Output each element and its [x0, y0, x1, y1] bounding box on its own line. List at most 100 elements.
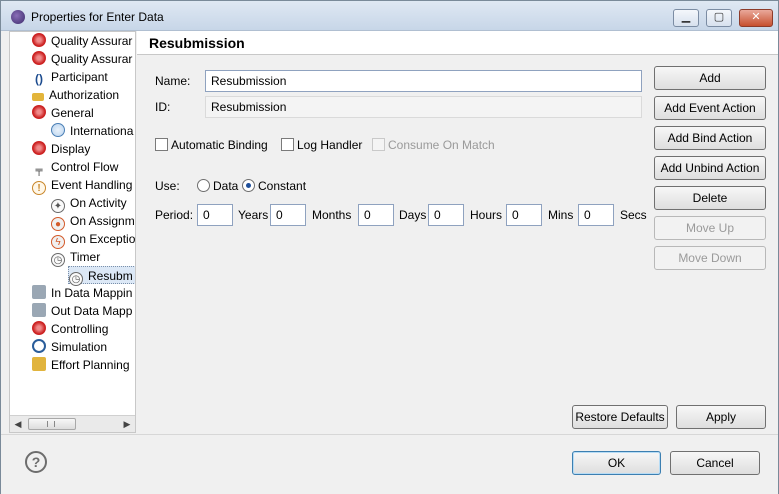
tree-item-on-exception[interactable]: ϟ On Exceptio	[51, 230, 135, 249]
tree-item-timer[interactable]: ◷ Timer	[51, 248, 101, 267]
tree-item-resubmission[interactable]: ◷ Resubm	[68, 266, 135, 286]
scroll-right-arrow-icon[interactable]: ▶	[119, 416, 135, 432]
restore-defaults-button[interactable]: Restore Defaults	[572, 405, 668, 429]
tree-item-label: Effort Planning	[51, 358, 130, 372]
name-label: Name:	[155, 74, 191, 88]
use-label: Use:	[155, 179, 180, 193]
title-bar: Properties for Enter Data ▁ ▢ ✕	[1, 1, 778, 31]
minimize-button[interactable]: ▁	[673, 9, 699, 27]
add-button[interactable]: Add	[654, 66, 766, 90]
assignment-event-icon: ●	[51, 217, 65, 231]
secs-field[interactable]: 0	[578, 204, 614, 226]
close-button[interactable]: ✕	[739, 9, 773, 27]
days-field[interactable]: 0	[358, 204, 394, 226]
tree-item-control-flow[interactable]: ╤ Control Flow	[32, 158, 118, 176]
tree-item-label: General	[51, 106, 94, 120]
tree-item-internationalization[interactable]: Internationa	[51, 122, 133, 140]
tree-item-controlling[interactable]: Controlling	[32, 320, 108, 338]
tree-item-general[interactable]: General	[32, 104, 94, 122]
tree-item-label: Participant	[51, 70, 108, 84]
move-up-button[interactable]: Move Up	[654, 216, 766, 240]
days-label: Days	[399, 208, 427, 222]
years-label: Years	[238, 208, 269, 222]
tree-item-participant[interactable]: () Participant	[32, 68, 108, 86]
tree-item-simulation[interactable]: Simulation	[32, 338, 107, 356]
consume-on-match-checkbox[interactable]	[372, 138, 385, 151]
move-down-button[interactable]: Move Down	[654, 246, 766, 270]
help-icon[interactable]: ?	[25, 451, 47, 473]
tree-item-on-activity[interactable]: ✦ On Activity	[51, 194, 127, 213]
use-data-radio[interactable]	[197, 179, 210, 192]
mins-label: Mins	[548, 208, 574, 222]
simulation-icon	[32, 339, 46, 353]
tree-item-in-data-mapping[interactable]: In Data Mappin	[32, 284, 132, 302]
tree-horizontal-scrollbar[interactable]: ◀ ▶	[10, 415, 135, 432]
gear-icon	[32, 105, 46, 119]
add-bind-action-button[interactable]: Add Bind Action	[654, 126, 766, 150]
tree-item-label: Event Handling	[51, 178, 133, 192]
key-icon	[32, 93, 44, 101]
tree-item-label: On Activity	[70, 196, 127, 210]
page-title: Resubmission	[149, 35, 245, 51]
cancel-button[interactable]: Cancel	[670, 451, 760, 475]
maximize-button[interactable]: ▢	[706, 9, 732, 27]
tree-item-quality-assurance-2[interactable]: Quality Assurar	[32, 50, 132, 68]
globe-icon	[51, 123, 65, 137]
page-header: Resubmission	[137, 31, 778, 55]
add-event-action-button[interactable]: Add Event Action	[654, 96, 766, 120]
hours-field[interactable]: 0	[428, 204, 464, 226]
use-constant-label: Constant	[258, 179, 307, 193]
tree-item-event-handling[interactable]: ! Event Handling	[32, 176, 133, 195]
automatic-binding-checkbox[interactable]	[155, 138, 168, 151]
event-icon: !	[32, 181, 46, 195]
tree-item-label: Control Flow	[51, 160, 119, 174]
window-title: Properties for Enter Data	[31, 10, 164, 24]
log-handler-checkbox[interactable]	[281, 138, 294, 151]
effort-icon	[32, 357, 46, 371]
dialog-footer: ? OK Cancel	[1, 434, 778, 494]
apply-button[interactable]: Apply	[676, 405, 766, 429]
tree-item-display[interactable]: Display	[32, 140, 90, 158]
scroll-left-arrow-icon[interactable]: ◀	[10, 416, 26, 432]
grip-icon	[47, 421, 55, 427]
in-data-mapping-icon	[32, 285, 46, 299]
gear-icon	[32, 51, 46, 65]
tree-item-label: Quality Assurar	[51, 34, 133, 48]
years-field[interactable]: 0	[197, 204, 233, 226]
gear-icon	[32, 33, 46, 47]
scroll-thumb[interactable]	[28, 418, 76, 430]
delete-button[interactable]: Delete	[654, 186, 766, 210]
tree-item-out-data-mapping[interactable]: Out Data Mapp	[32, 302, 132, 320]
use-constant-radio[interactable]	[242, 179, 255, 192]
mins-field[interactable]: 0	[506, 204, 542, 226]
exception-event-icon: ϟ	[51, 235, 65, 249]
tree-item-label: Resubm	[88, 269, 133, 283]
name-field[interactable]: Resubmission	[205, 70, 642, 92]
id-label: ID:	[155, 100, 171, 114]
hours-label: Hours	[470, 208, 503, 222]
use-data-label: Data	[213, 179, 239, 193]
properties-tree[interactable]: Quality Assurar Quality Assurar () Partic…	[9, 31, 136, 433]
ok-button[interactable]: OK	[572, 451, 661, 475]
secs-label: Secs	[620, 208, 647, 222]
tree-item-label: Quality Assurar	[51, 52, 133, 66]
activity-event-icon: ✦	[51, 199, 65, 213]
months-label: Months	[312, 208, 352, 222]
tree-item-effort-planning[interactable]: Effort Planning	[32, 356, 130, 374]
participant-icon: ()	[35, 72, 43, 86]
log-handler-label: Log Handler	[297, 138, 363, 152]
tree-item-on-assignment[interactable]: ● On Assignm	[51, 212, 135, 231]
tree-item-label: Simulation	[51, 340, 108, 354]
automatic-binding-label: Automatic Binding	[171, 138, 268, 152]
period-label: Period:	[155, 208, 194, 222]
add-unbind-action-button[interactable]: Add Unbind Action	[654, 156, 766, 180]
out-data-mapping-icon	[32, 303, 46, 317]
tree-item-label: Controlling	[51, 322, 109, 336]
months-field[interactable]: 0	[270, 204, 306, 226]
tree-item-label: Timer	[70, 250, 101, 264]
tree-item-authorization[interactable]: Authorization	[32, 86, 119, 104]
property-page: Resubmission Name: Resubmission ID: Resu…	[137, 31, 778, 433]
tree-item-label: On Assignm	[70, 214, 135, 228]
tree-item-quality-assurance-1[interactable]: Quality Assurar	[32, 32, 132, 50]
gear-icon	[32, 141, 46, 155]
